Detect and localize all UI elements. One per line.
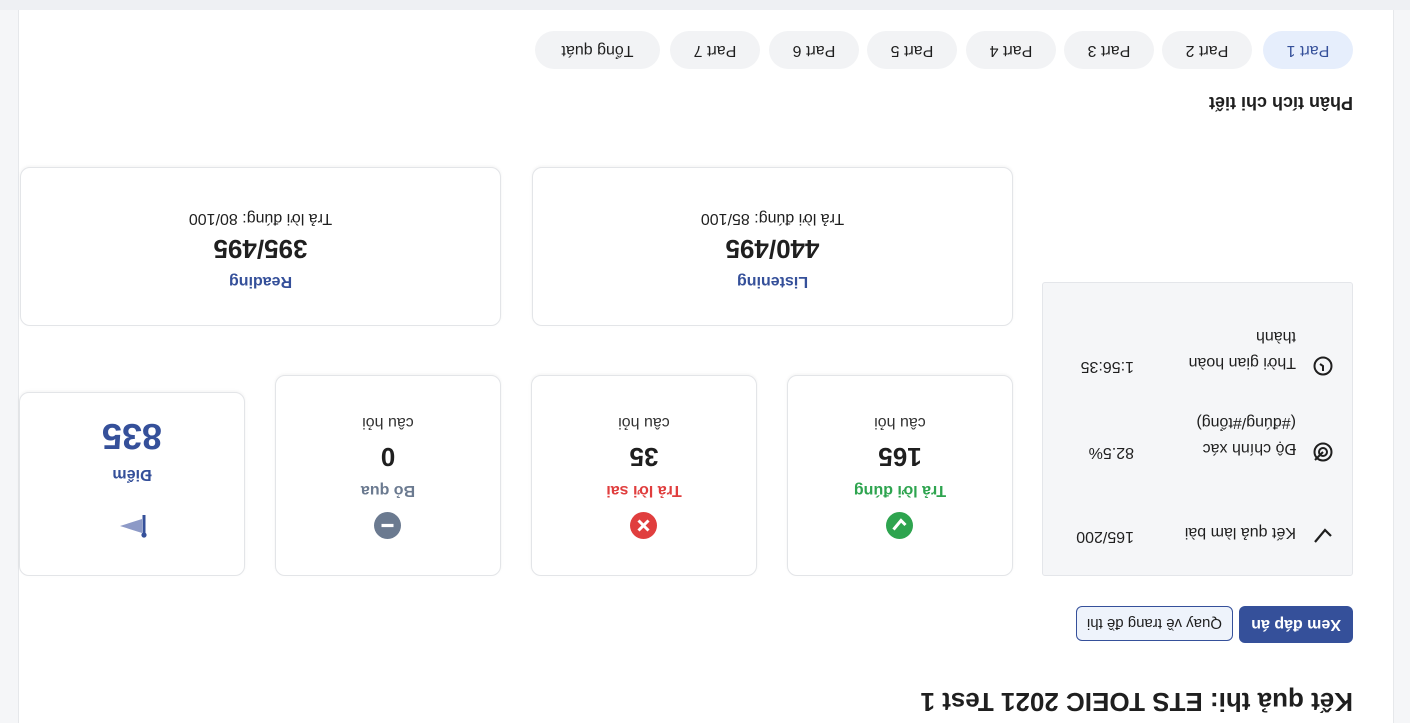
tab-part-3[interactable]: Part 3 — [1064, 31, 1154, 69]
stat-label-correct: Trả lời đúng — [853, 482, 947, 499]
stat-label-wrong: Trả lời sai — [606, 482, 682, 499]
stat-card-correct: Trả lời đúng 165 câu hỏi — [787, 375, 1013, 576]
tab-overview[interactable]: Tổng quát — [535, 31, 660, 69]
view-answers-button[interactable]: Xem đáp án — [1239, 606, 1353, 643]
summary-label-time: Thời gian hoàn thành — [1188, 328, 1296, 371]
x-circle-icon — [630, 507, 658, 539]
target-icon — [1312, 441, 1334, 463]
summary-value-time: 1:56:35 — [1080, 358, 1134, 375]
stat-card-score: Điểm 835 — [19, 392, 245, 576]
stat-label-score: Điểm — [112, 466, 152, 483]
skill-correct-listening: Trả lời đúng: 85/100 — [700, 210, 845, 227]
skill-card-reading: Reading 395/495 Trả lời đúng: 80/100 — [20, 167, 501, 326]
tab-part-6[interactable]: Part 6 — [769, 31, 859, 69]
stat-value-skipped: 0 — [380, 442, 396, 472]
stat-unit-skipped: câu hỏi — [362, 414, 414, 431]
stat-unit-wrong: câu hỏi — [618, 414, 670, 431]
rotated-screen: Kết quả thi: ETS TOEIC 2021 Test 1 Xem đ… — [0, 0, 1410, 723]
stat-card-skipped: Bỏ qua 0 câu hỏi — [275, 375, 501, 576]
stat-card-wrong: Trả lời sai 35 câu hỏi — [531, 375, 757, 576]
summary-label-accuracy: Độ chính xác (#đúng/#tổng) — [1196, 414, 1296, 457]
summary-panel: Kết quả làm bài 165/200 Độ chính xác (#đ… — [1042, 282, 1353, 576]
flag-icon — [117, 508, 147, 539]
stat-value-score: 835 — [101, 416, 163, 457]
tab-part-4[interactable]: Part 4 — [966, 31, 1056, 69]
stat-value-correct: 165 — [878, 442, 922, 472]
clock-icon — [1312, 355, 1334, 377]
skill-name-listening: Listening — [736, 273, 809, 290]
skill-score-listening: 440/495 — [725, 234, 820, 264]
skill-card-listening: Listening 440/495 Trả lời đúng: 85/100 — [532, 167, 1013, 326]
summary-value-result: 165/200 — [1076, 528, 1134, 545]
skill-score-reading: 395/495 — [213, 234, 308, 264]
analysis-title: Phân tích chi tiết — [1208, 93, 1353, 113]
stat-label-skipped: Bỏ qua — [360, 482, 416, 499]
back-to-test-button[interactable]: Quay về trang đề thi — [1075, 606, 1233, 641]
page-title: Kết quả thi: ETS TOEIC 2021 Test 1 — [920, 687, 1353, 717]
skill-correct-reading: Trả lời đúng: 80/100 — [188, 210, 333, 227]
tab-part-7[interactable]: Part 7 — [670, 31, 760, 69]
stat-unit-correct: câu hỏi — [874, 414, 926, 431]
summary-label-result: Kết quả làm bài — [1184, 524, 1296, 541]
tab-part-1[interactable]: Part 1 — [1263, 31, 1353, 69]
tab-part-2[interactable]: Part 2 — [1162, 31, 1252, 69]
page-edge — [0, 0, 1410, 10]
stat-value-wrong: 35 — [629, 442, 659, 472]
check-icon — [1312, 525, 1334, 547]
minus-circle-icon — [374, 507, 402, 539]
check-circle-icon — [886, 507, 914, 539]
summary-value-accuracy: 82.5% — [1088, 444, 1134, 461]
tab-part-5[interactable]: Part 5 — [867, 31, 957, 69]
skill-name-reading: Reading — [228, 273, 293, 290]
result-page: Kết quả thi: ETS TOEIC 2021 Test 1 Xem đ… — [18, 0, 1394, 723]
